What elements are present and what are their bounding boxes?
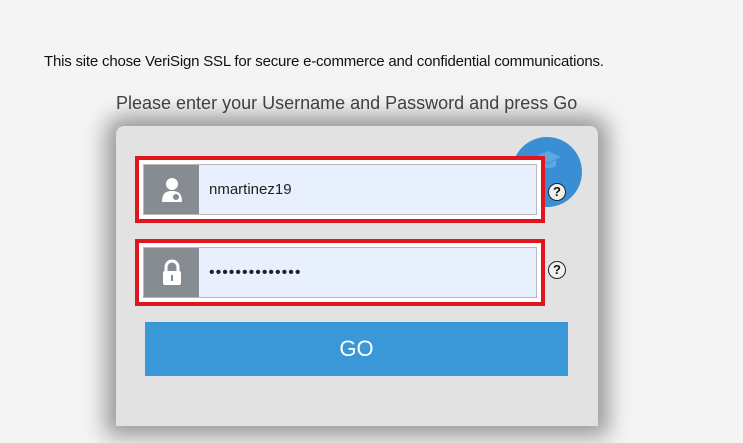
password-field: •••••••••••••• [143,247,537,298]
login-prompt: Please enter your Username and Password … [116,93,578,113]
username-field-highlight: nmartinez19 [135,156,545,223]
ssl-notice: This site chose VeriSign SSL for secure … [44,53,604,70]
password-field-highlight: •••••••••••••• [135,239,545,306]
username-help-icon[interactable]: ? [548,183,566,201]
go-button[interactable]: GO [145,322,568,376]
username-field: nmartinez19 [143,164,537,215]
lock-icon [144,248,199,297]
password-input[interactable]: •••••••••••••• [199,248,536,297]
password-help-icon[interactable]: ? [548,261,566,279]
username-input[interactable]: nmartinez19 [199,165,536,214]
user-icon [144,165,199,214]
